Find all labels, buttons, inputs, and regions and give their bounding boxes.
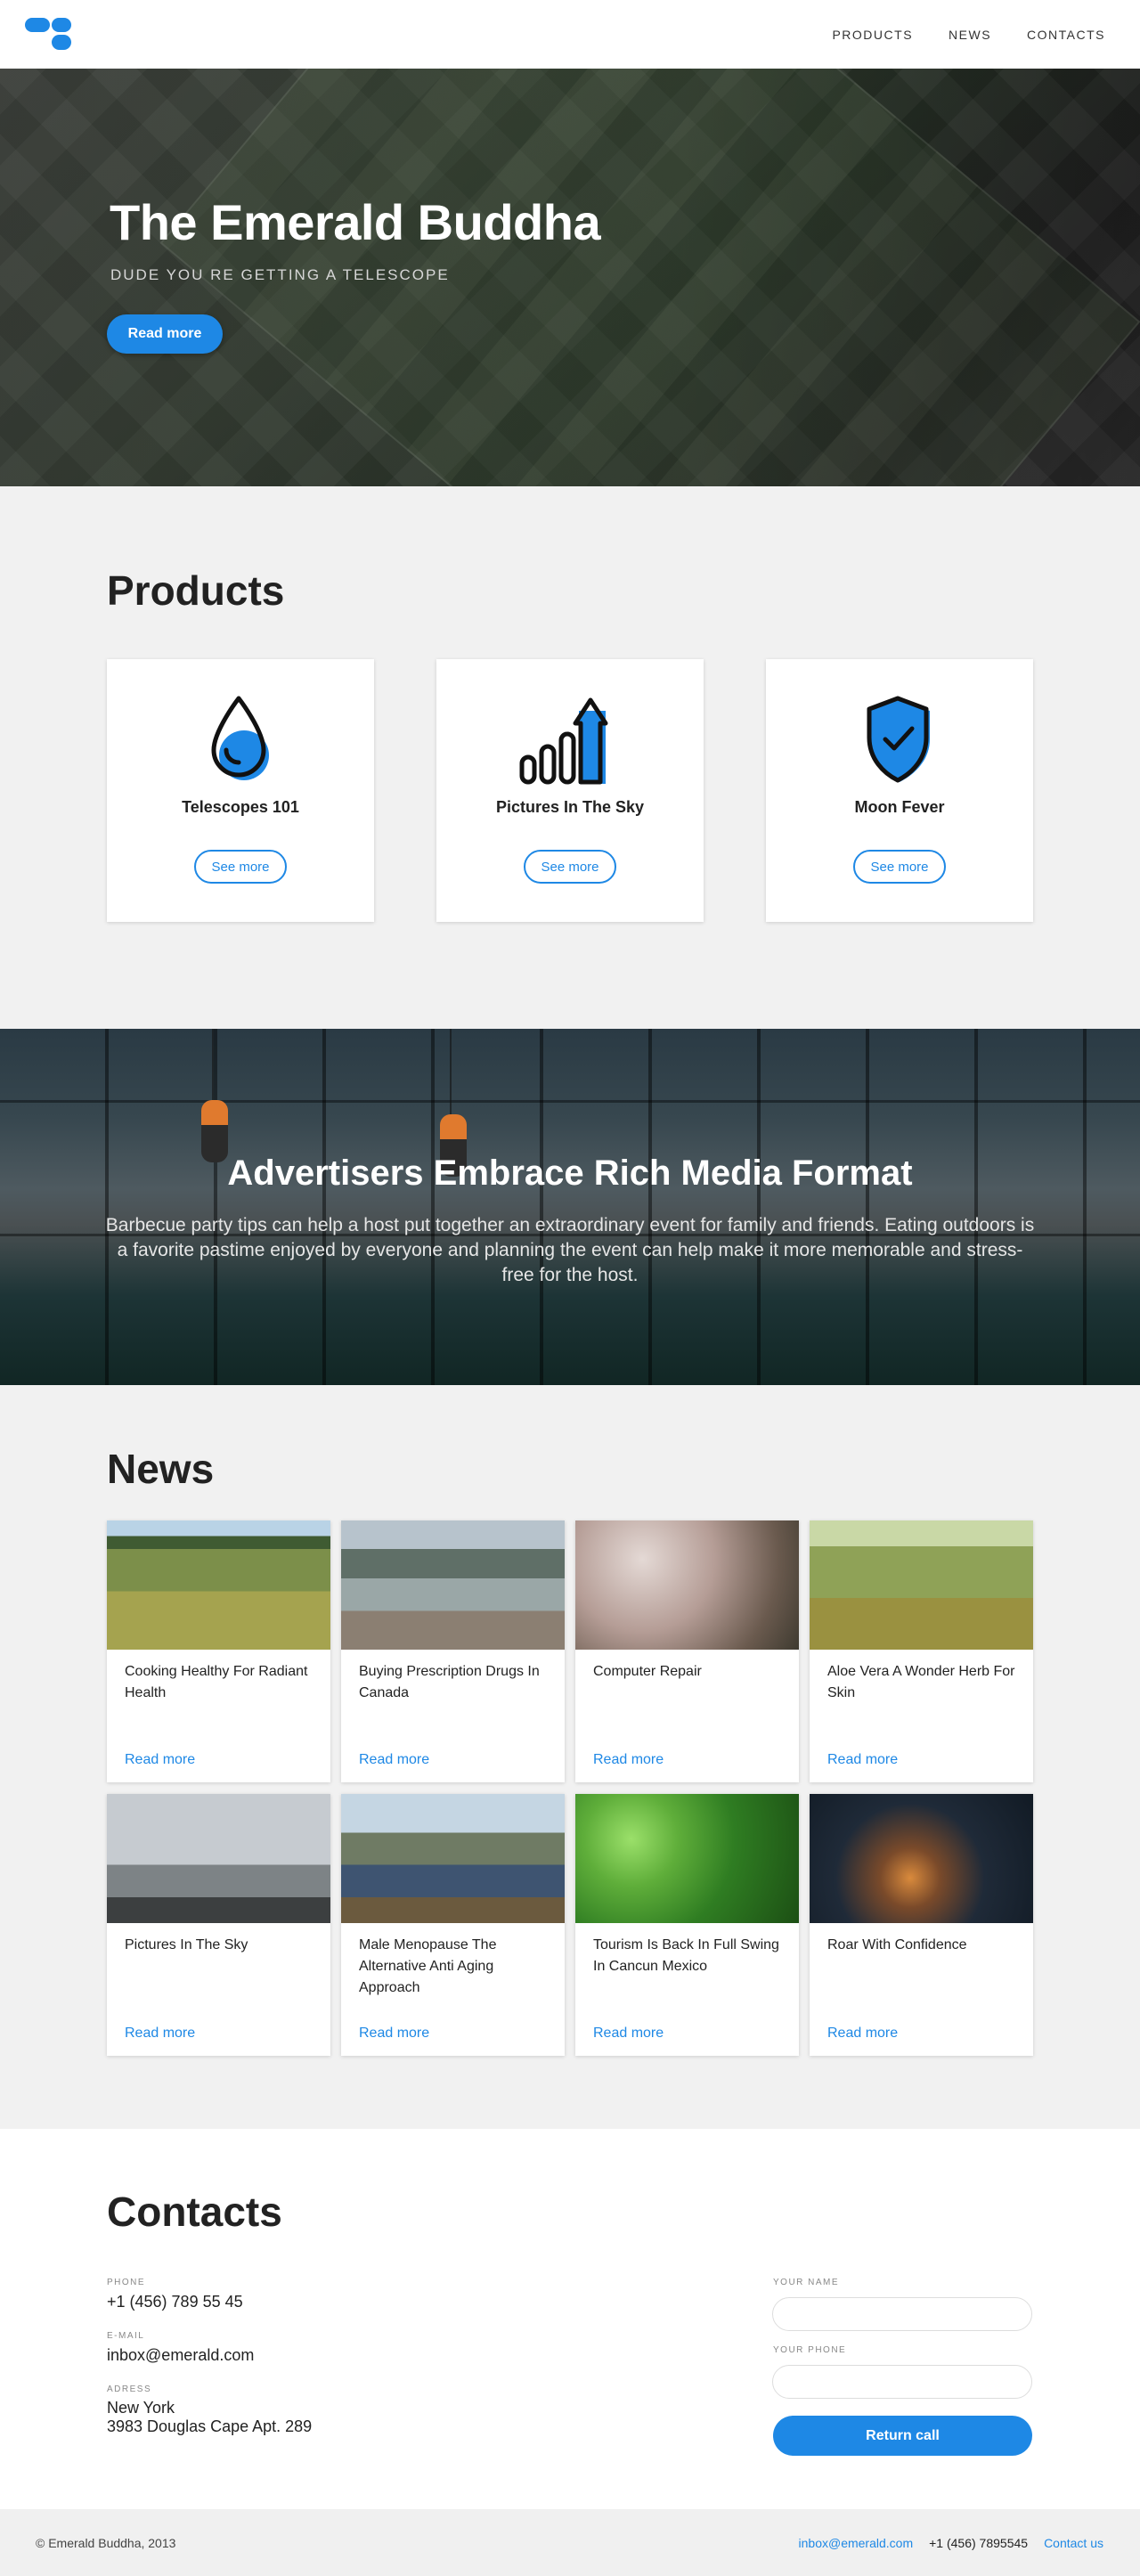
product-name: Pictures In The Sky (495, 798, 645, 816)
news-read-more-link[interactable]: Read more (359, 2026, 429, 2042)
news-title-text: Aloe Vera A Wonder Herb For Skin (827, 1664, 1015, 1700)
phone-value: +1 (456) 789 55 45 (107, 2293, 243, 2311)
news-title-text: Tourism Is Back In Full Swing In Cancun … (593, 1937, 779, 1974)
product-name: Telescopes 101 (182, 798, 299, 816)
hero-section: The Emerald Buddha DUDE YOU RE GETTING A… (0, 69, 1140, 486)
news-card[interactable]: Pictures In The Sky Read more (107, 1794, 330, 2056)
contacts-title: Contacts (107, 2189, 282, 2235)
address-label: ADRESS (107, 2384, 152, 2394)
news-title-text: Roar With Confidence (827, 1937, 967, 1952)
water-drop-icon (203, 693, 278, 786)
news-title-text: Male Menopause The Alternative Anti Agin… (359, 1937, 497, 1995)
hero-subtitle: DUDE YOU RE GETTING A TELESCOPE (110, 266, 450, 283)
growth-chart-icon (517, 693, 623, 786)
product-card: Telescopes 101 See more (107, 659, 374, 922)
phone-field-label: YOUR PHONE (773, 2345, 847, 2355)
news-title: News (107, 1446, 215, 1492)
news-image (575, 1794, 799, 1923)
news-image (575, 1520, 799, 1650)
site-footer: © Emerald Buddha, 2013 inbox@emerald.com… (0, 2509, 1140, 2576)
hero-read-more-button[interactable]: Read more (107, 314, 223, 354)
address-city: New York (107, 2399, 175, 2417)
news-card[interactable]: Aloe Vera A Wonder Herb For Skin Read mo… (810, 1520, 1033, 1782)
news-image (341, 1794, 565, 1923)
news-card[interactable]: Cooking Healthy For Radiant Health Read … (107, 1520, 330, 1782)
news-card[interactable]: Tourism Is Back In Full Swing In Cancun … (575, 1794, 799, 2056)
news-title-text: Cooking Healthy For Radiant Health (125, 1664, 308, 1700)
news-card[interactable]: Computer Repair Read more (575, 1520, 799, 1782)
news-read-more-link[interactable]: Read more (827, 2026, 898, 2042)
return-call-button[interactable]: Return call (773, 2416, 1032, 2456)
news-title-text: Pictures In The Sky (125, 1937, 248, 1952)
footer-phone: +1 (456) 7895545 (929, 2535, 1029, 2550)
see-more-button[interactable]: See more (194, 850, 287, 884)
news-image (341, 1520, 565, 1650)
footer-contact-link[interactable]: Contact us (1044, 2536, 1103, 2550)
news-card[interactable]: Buying Prescription Drugs In Canada Read… (341, 1520, 565, 1782)
news-title-text: Buying Prescription Drugs In Canada (359, 1664, 540, 1700)
banner-title: Advertisers Embrace Rich Media Format (227, 1153, 913, 1193)
email-value: inbox@emerald.com (107, 2346, 255, 2364)
news-read-more-link[interactable]: Read more (125, 2026, 195, 2042)
contacts-section: Contacts PHONE +1 (456) 789 55 45 E-MAIL… (0, 2129, 1140, 2509)
promo-banner: Advertisers Embrace Rich Media Format Ba… (0, 1029, 1140, 1385)
news-read-more-link[interactable]: Read more (359, 1752, 429, 1768)
nav-contacts-link[interactable]: CONTACTS (1027, 28, 1105, 42)
news-image (810, 1520, 1033, 1650)
footer-links: inbox@emerald.com +1 (456) 7895545 Conta… (799, 2536, 1103, 2550)
nav-news-link[interactable]: NEWS (949, 28, 991, 42)
phone-input[interactable] (772, 2365, 1032, 2399)
news-image (107, 1794, 330, 1923)
hero-title: The Emerald Buddha (110, 194, 601, 250)
news-read-more-link[interactable]: Read more (125, 1752, 195, 1768)
products-title: Products (107, 567, 285, 614)
news-card[interactable]: Male Menopause The Alternative Anti Agin… (341, 1794, 565, 2056)
news-read-more-link[interactable]: Read more (593, 1752, 664, 1768)
main-nav: PRODUCTS NEWS CONTACTS (832, 28, 1105, 42)
news-card[interactable]: Roar With Confidence Read more (810, 1794, 1033, 2056)
address-street: 3983 Douglas Cape Apt. 289 (107, 2417, 313, 2435)
name-input[interactable] (772, 2297, 1032, 2331)
news-image (107, 1520, 330, 1650)
logo-icon[interactable] (25, 17, 74, 52)
email-label: E-MAIL (107, 2331, 145, 2341)
shield-check-icon (862, 693, 937, 786)
name-field-label: YOUR NAME (773, 2278, 840, 2287)
product-name: Moon Fever (854, 798, 945, 816)
site-header: PRODUCTS NEWS CONTACTS (0, 0, 1140, 69)
footer-email-link[interactable]: inbox@emerald.com (799, 2536, 914, 2550)
product-card: Moon Fever See more (766, 659, 1033, 922)
copyright-text: © Emerald Buddha, 2013 (36, 2535, 176, 2550)
banner-text: Barbecue party tips can help a host put … (105, 1215, 1035, 1285)
nav-products-link[interactable]: PRODUCTS (832, 28, 913, 42)
news-read-more-link[interactable]: Read more (827, 1752, 898, 1768)
news-image (810, 1794, 1033, 1923)
product-card: Pictures In The Sky See more (436, 659, 704, 922)
phone-label: PHONE (107, 2278, 146, 2287)
news-read-more-link[interactable]: Read more (593, 2026, 664, 2042)
see-more-button[interactable]: See more (853, 850, 946, 884)
news-title-text: Computer Repair (593, 1664, 702, 1679)
see-more-button[interactable]: See more (524, 850, 616, 884)
